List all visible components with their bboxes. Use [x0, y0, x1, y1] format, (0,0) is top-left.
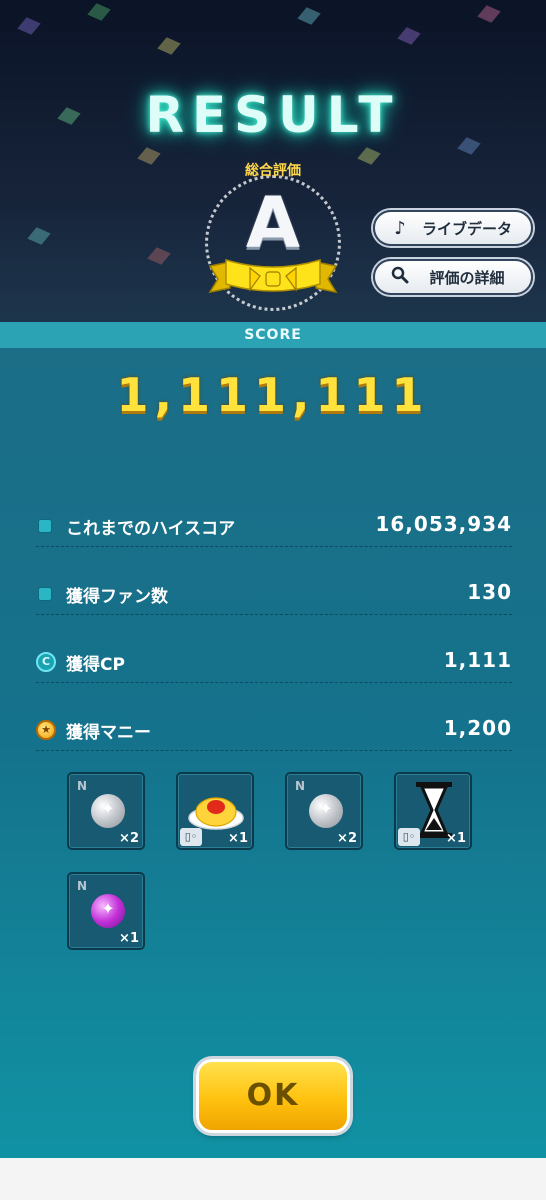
square-bullet-icon: [38, 519, 52, 533]
high-score-row: これまでのハイスコア 16,053,934: [36, 510, 512, 547]
stat-value: 1,200: [443, 716, 512, 740]
confetti: [17, 17, 41, 35]
result-title: RESULT: [145, 86, 401, 144]
square-bullet-icon: [38, 587, 52, 601]
music-note-icon: ♪: [394, 217, 406, 239]
rank-badge: N: [77, 779, 88, 793]
item-quantity: ×1: [446, 831, 466, 846]
confetti: [357, 147, 381, 165]
reward-item[interactable]: N ✦ ×2: [285, 772, 363, 850]
live-data-label: ライブデータ: [421, 219, 512, 238]
live-data-button[interactable]: ♪ ライブデータ: [373, 210, 533, 246]
stat-value: 1,111: [443, 648, 512, 672]
rank-badge: N: [295, 779, 306, 793]
reward-item[interactable]: ▯◦ ×1: [394, 772, 472, 850]
grade-detail-label: 評価の詳細: [429, 268, 505, 287]
cp-row: C 獲得CP 1,111: [36, 646, 512, 683]
ribbon-icon: [208, 258, 338, 294]
confetti: [297, 7, 321, 25]
stat-value: 130: [467, 580, 512, 604]
reward-item[interactable]: N ✦ ×1: [67, 872, 145, 950]
silver-orb-icon: ✦: [91, 794, 125, 828]
stat-label: 獲得マニー: [66, 723, 151, 743]
item-quantity: ×1: [228, 831, 248, 846]
purple-orb-icon: ✦: [91, 894, 125, 928]
score-header: SCORE: [0, 322, 546, 348]
magnifier-icon: [387, 266, 413, 289]
stat-label: これまでのハイスコア: [66, 519, 236, 539]
stat-value: 16,053,934: [375, 512, 512, 536]
stat-label: 獲得ファン数: [66, 587, 168, 607]
confetti: [157, 37, 181, 55]
item-quantity: ×2: [337, 831, 357, 846]
confetti: [477, 5, 501, 23]
ticket-tag-icon: ▯◦: [180, 828, 202, 846]
cp-coin-icon: C: [36, 652, 56, 672]
money-row: ★ 獲得マニー 1,200: [36, 714, 512, 751]
ok-button[interactable]: OK: [196, 1059, 350, 1133]
omurice-icon: [188, 797, 244, 830]
grade-label: 総合評価: [245, 163, 301, 179]
score-value: 1,111,111: [116, 368, 430, 422]
reward-item[interactable]: ▯◦ ×1: [176, 772, 254, 850]
money-coin-icon: ★: [36, 720, 56, 740]
confetti: [137, 147, 161, 165]
rank-badge: N: [77, 879, 88, 893]
item-quantity: ×2: [119, 831, 139, 846]
grade-detail-button[interactable]: 評価の詳細: [373, 259, 533, 295]
fans-row: 獲得ファン数 130: [36, 578, 512, 615]
confetti: [397, 27, 421, 45]
item-quantity: ×1: [119, 931, 139, 946]
ticket-tag-icon: ▯◦: [398, 828, 420, 846]
bottom-bar: [0, 1158, 546, 1200]
silver-orb-icon: ✦: [309, 794, 343, 828]
stat-label: 獲得CP: [66, 655, 125, 675]
confetti: [87, 3, 111, 21]
reward-item[interactable]: N ✦ ×2: [67, 772, 145, 850]
